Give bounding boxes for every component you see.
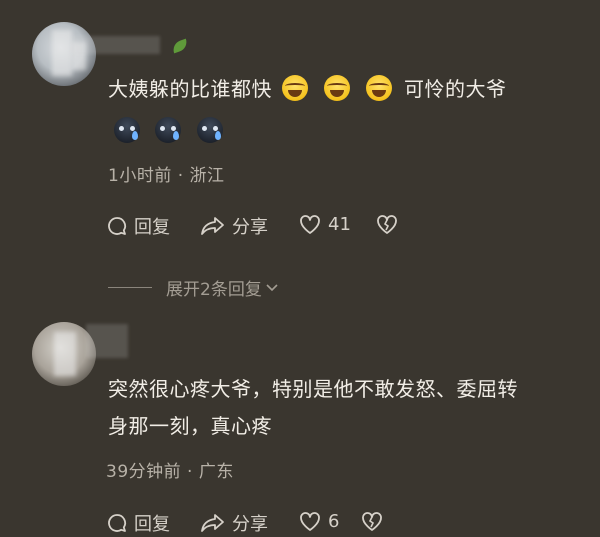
share-button[interactable]: 分享 xyxy=(200,510,268,536)
sad-crying-emoji xyxy=(197,117,223,143)
comment-text-part2: 可怜的大爷 xyxy=(404,77,507,101)
comment-text-line1: 突然很心疼大爷，特别是他不敢发怒、委屈转 xyxy=(108,377,518,401)
dislike-button[interactable] xyxy=(375,213,405,235)
share-arrow-icon xyxy=(201,217,224,235)
reply-button[interactable]: 回复 xyxy=(106,510,170,536)
comment-text: 大姨躲的比谁都快 可怜的大爷 xyxy=(108,74,578,104)
comment-bubble-icon xyxy=(108,217,127,235)
dislike-button[interactable] xyxy=(360,510,390,532)
divider-line xyxy=(108,287,152,288)
like-button[interactable]: 6 xyxy=(298,510,339,532)
heart-icon xyxy=(300,512,320,531)
reply-label: 回复 xyxy=(134,514,170,535)
comment-bubble-icon xyxy=(108,514,127,532)
heart-icon xyxy=(300,215,320,234)
like-count: 41 xyxy=(328,213,351,235)
laugh-cry-emoji xyxy=(366,75,392,101)
sad-crying-emoji xyxy=(155,117,181,143)
sad-crying-emoji xyxy=(114,117,140,143)
username-blurred[interactable] xyxy=(72,36,160,54)
username-blurred[interactable] xyxy=(86,324,128,358)
leaf-icon xyxy=(170,38,190,54)
expand-replies[interactable]: 展开2条回复 xyxy=(108,275,280,300)
broken-heart-icon xyxy=(362,512,382,531)
share-arrow-icon xyxy=(201,514,224,532)
share-label: 分享 xyxy=(232,217,268,238)
reply-label: 回复 xyxy=(134,217,170,238)
like-button[interactable]: 41 xyxy=(298,213,351,235)
chevron-down-icon xyxy=(266,283,278,291)
reply-button[interactable]: 回复 xyxy=(106,213,170,239)
share-label: 分享 xyxy=(232,514,268,535)
share-button[interactable]: 分享 xyxy=(200,213,268,239)
comment-meta: 1小时前 · 浙江 xyxy=(108,166,225,186)
broken-heart-icon xyxy=(377,215,397,234)
like-count: 6 xyxy=(328,510,340,532)
avatar[interactable] xyxy=(32,22,96,86)
comment-meta: 39分钟前 · 广东 xyxy=(106,462,234,482)
laugh-cry-emoji xyxy=(282,75,308,101)
expand-replies-label: 展开2条回复 xyxy=(166,280,262,300)
laugh-cry-emoji xyxy=(324,75,350,101)
comment-text: 突然很心疼大爷，特别是他不敢发怒、委屈转 身那一刻，真心疼 xyxy=(108,374,588,441)
comment-text-line2: 身那一刻，真心疼 xyxy=(108,414,272,438)
comment-text-part1: 大姨躲的比谁都快 xyxy=(108,77,272,101)
